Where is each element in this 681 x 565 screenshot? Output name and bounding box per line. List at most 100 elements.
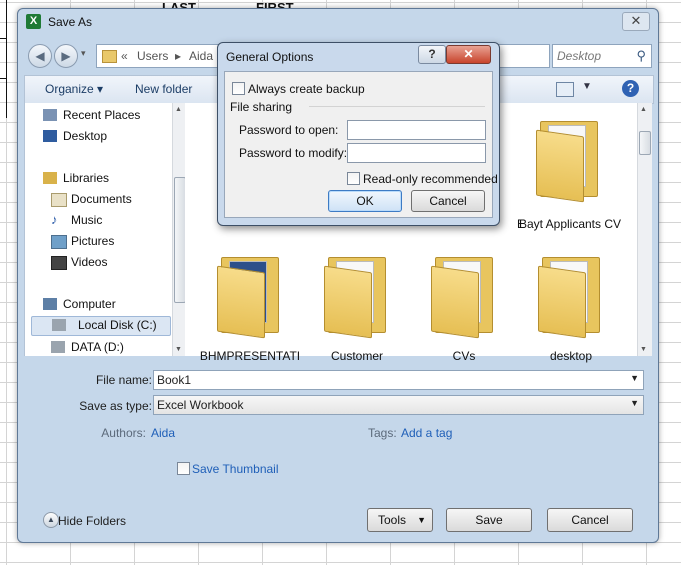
- save-type-label: Save as type:: [79, 399, 152, 413]
- tags-value[interactable]: Add a tag: [401, 426, 452, 440]
- nav-item-label: Desktop: [63, 129, 108, 143]
- recent-places-icon: [43, 109, 57, 121]
- readonly-label[interactable]: Read-only recommended: [363, 172, 498, 186]
- tools-button[interactable]: Tools ▼: [367, 508, 433, 532]
- breadcrumb-separator: ▸: [175, 49, 182, 63]
- save-form: File name: Book1 ▼ Save as type: Excel W…: [24, 359, 652, 537]
- scroll-down-icon[interactable]: ▼: [175, 346, 182, 353]
- general-options-dialog: General Options ? ✕ Always create backup…: [217, 42, 500, 226]
- title-bar[interactable]: X Save As ✕: [18, 9, 658, 35]
- password-modify-field[interactable]: [347, 143, 486, 163]
- breadcrumb-aida[interactable]: Aida: [189, 49, 213, 63]
- file-sharing-heading: File sharing: [230, 100, 293, 114]
- nav-item-label: Pictures: [71, 234, 115, 248]
- hide-folders-icon[interactable]: ▲: [43, 512, 59, 528]
- chevron-down-icon: ▼: [417, 515, 426, 525]
- folder-front-icon: [538, 265, 586, 339]
- dialog-title: General Options: [226, 50, 314, 64]
- help-icon[interactable]: ?: [622, 80, 639, 97]
- folder-front-icon: [536, 129, 584, 203]
- pictures-icon: [51, 235, 67, 249]
- scroll-up-icon[interactable]: ▲: [640, 106, 647, 113]
- dialog-body: Always create backup File sharing Passwo…: [224, 71, 498, 218]
- password-modify-label: Password to modify:: [239, 146, 348, 160]
- desktop-icon: [43, 130, 57, 142]
- spreadsheet-border: [0, 0, 7, 118]
- tools-label: Tools: [378, 513, 407, 527]
- save-thumbnail-label[interactable]: Save Thumbnail: [192, 462, 279, 476]
- videos-icon: [51, 256, 67, 270]
- always-backup-checkbox[interactable]: [232, 82, 245, 95]
- scroll-thumb[interactable]: [639, 131, 651, 155]
- cancel-button[interactable]: Cancel: [547, 508, 633, 532]
- folder-front-icon: [431, 265, 479, 339]
- row-line: [0, 78, 6, 79]
- dialog-cancel-button[interactable]: Cancel: [411, 190, 485, 212]
- folder-item[interactable]: [532, 249, 612, 349]
- nav-item-label: Computer: [63, 297, 116, 311]
- save-thumbnail-checkbox[interactable]: [177, 462, 190, 475]
- documents-icon: [51, 193, 67, 207]
- folder-front-icon: [324, 265, 372, 339]
- breadcrumb-overflow[interactable]: «: [121, 49, 128, 63]
- navigation-pane: Recent Places Desktop Libraries Document…: [24, 103, 186, 356]
- ok-button[interactable]: OK: [328, 190, 402, 212]
- file-name-value: Book1: [157, 373, 192, 387]
- change-view-icon[interactable]: [556, 82, 574, 97]
- dialog-help-button[interactable]: ?: [418, 45, 446, 64]
- file-list-scrollbar[interactable]: ▲ ▼: [637, 103, 652, 356]
- folder-item[interactable]: [211, 249, 291, 349]
- libraries-icon: [43, 172, 57, 184]
- folder-item[interactable]: [425, 249, 505, 349]
- folder-item[interactable]: [530, 113, 610, 213]
- dialog-close-button[interactable]: ✕: [446, 45, 491, 64]
- nav-item-label: Documents: [71, 192, 132, 206]
- drive-icon: [52, 319, 66, 331]
- forward-button[interactable]: ▶: [54, 44, 78, 68]
- music-icon: ♪: [51, 212, 58, 227]
- search-icon[interactable]: ⚲: [636, 48, 646, 64]
- nav-item-local-disk[interactable]: Local Disk (C:): [31, 316, 171, 336]
- save-button[interactable]: Save: [446, 508, 532, 532]
- always-backup-label[interactable]: Always create backup: [248, 82, 365, 96]
- breadcrumb-users[interactable]: Users: [137, 49, 168, 63]
- excel-icon: X: [26, 14, 41, 29]
- organize-menu[interactable]: Organize ▾: [45, 82, 103, 96]
- nav-scrollbar[interactable]: ▲ ▼: [172, 103, 186, 356]
- folder-label[interactable]: Bayt Applicants CV: [515, 217, 625, 231]
- folder-item[interactable]: [318, 249, 398, 349]
- save-type-select[interactable]: Excel Workbook ▼: [153, 395, 644, 415]
- file-name-label: File name:: [95, 373, 152, 387]
- recent-pages-arrow-icon[interactable]: ▾: [81, 48, 86, 59]
- new-folder-button[interactable]: New folder: [135, 82, 192, 96]
- back-button[interactable]: ◀: [28, 44, 52, 68]
- nav-item-label: Libraries: [63, 171, 110, 185]
- save-type-value: Excel Workbook: [157, 398, 244, 412]
- hide-folders-button[interactable]: Hide Folders: [58, 514, 126, 528]
- search-box[interactable]: Desktop ⚲: [552, 44, 652, 68]
- authors-value[interactable]: Aida: [151, 426, 175, 440]
- folder-icon: [102, 50, 117, 63]
- view-options-arrow-icon[interactable]: ▼: [582, 81, 592, 92]
- folder-front-icon: [217, 265, 265, 339]
- group-separator: [309, 106, 485, 107]
- row-line: [0, 38, 6, 39]
- nav-item-label: Local Disk (C:): [78, 318, 157, 332]
- computer-icon: [43, 298, 57, 310]
- password-open-field[interactable]: [347, 120, 486, 140]
- window-title: Save As: [48, 15, 93, 29]
- authors-label: Authors:: [101, 426, 146, 440]
- close-button[interactable]: ✕: [622, 12, 650, 31]
- drive-icon: [51, 341, 65, 353]
- readonly-checkbox[interactable]: [347, 172, 360, 185]
- nav-item-label: DATA (D:): [71, 340, 124, 354]
- nav-item-label: Videos: [71, 255, 108, 269]
- search-placeholder: Desktop: [557, 49, 602, 63]
- file-name-field[interactable]: Book1 ▼: [153, 370, 644, 390]
- scroll-down-icon[interactable]: ▼: [640, 346, 647, 353]
- scroll-up-icon[interactable]: ▲: [175, 106, 182, 113]
- dropdown-arrow-icon[interactable]: ▼: [630, 373, 639, 383]
- password-open-label: Password to open:: [239, 123, 339, 137]
- nav-item-label: Recent Places: [63, 108, 141, 122]
- dropdown-arrow-icon[interactable]: ▼: [630, 398, 639, 408]
